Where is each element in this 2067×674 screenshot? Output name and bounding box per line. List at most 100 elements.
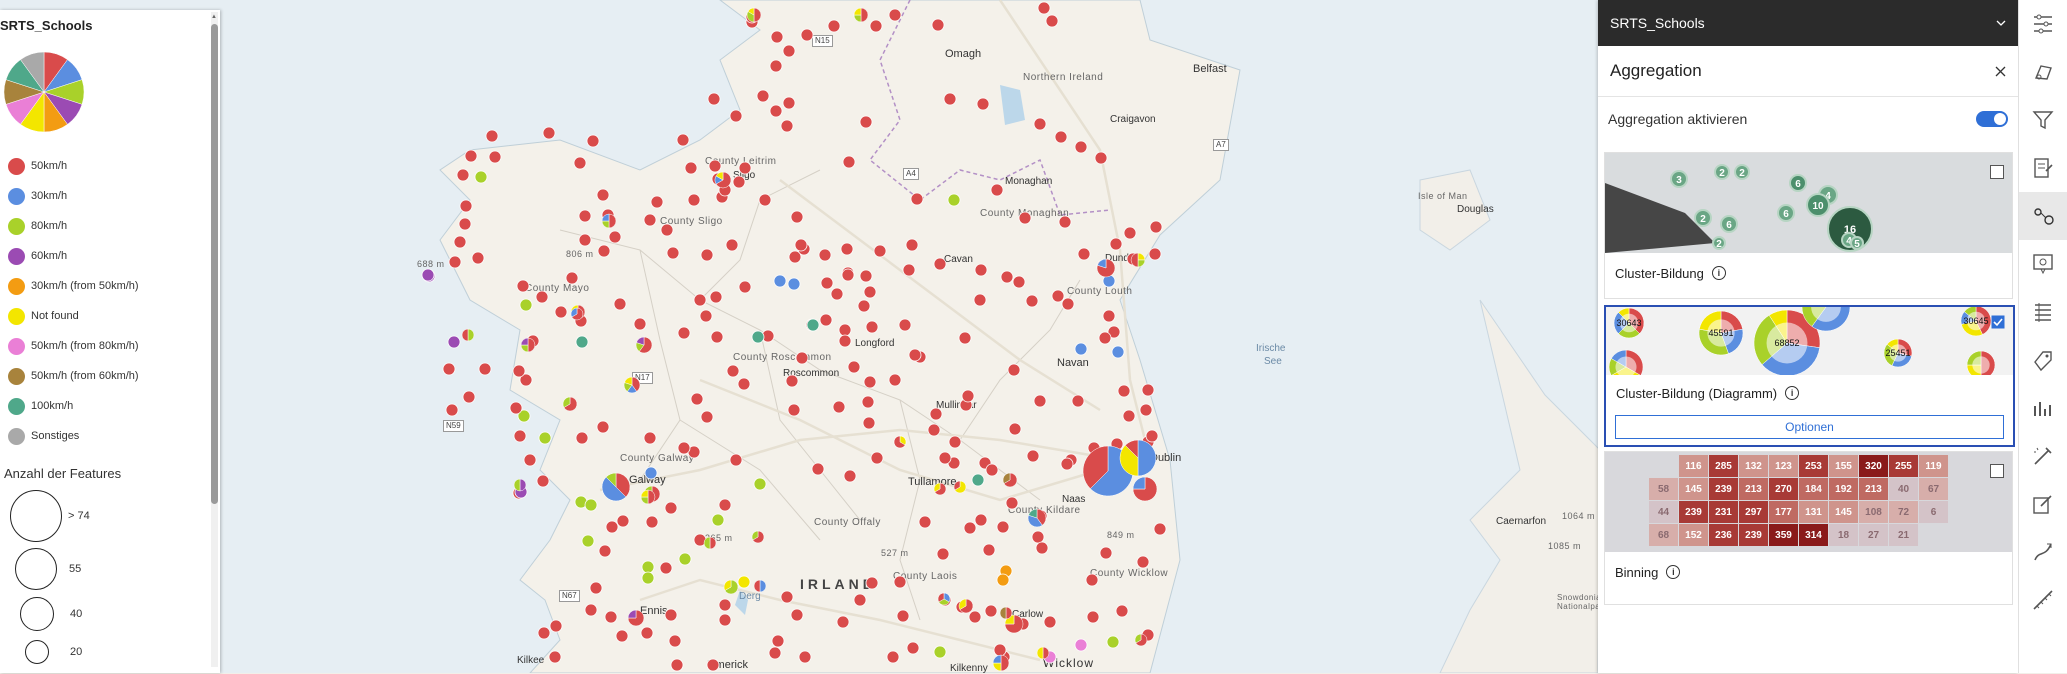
cluster-marker[interactable] <box>711 513 725 527</box>
cluster-marker[interactable] <box>780 119 794 133</box>
cluster-marker[interactable] <box>820 276 834 290</box>
cluster-marker[interactable] <box>958 331 972 345</box>
cluster-pie[interactable] <box>1027 508 1047 528</box>
cluster-marker[interactable] <box>633 317 647 331</box>
cluster-marker[interactable] <box>863 375 877 389</box>
cluster-marker[interactable] <box>1005 496 1019 510</box>
cluster-marker[interactable] <box>961 389 975 403</box>
cluster-marker[interactable] <box>1148 247 1162 261</box>
cluster-marker[interactable] <box>902 263 916 277</box>
cluster-marker[interactable] <box>1123 226 1137 240</box>
option-card-cluster-chart[interactable]: 30643 45591 68852 30645 25451 Cluster-Bildun… <box>1604 305 2015 447</box>
cluster-pie[interactable] <box>1036 646 1050 660</box>
cluster-marker[interactable] <box>896 609 910 623</box>
effects-icon[interactable] <box>2031 444 2055 468</box>
cluster-pie[interactable] <box>570 307 584 321</box>
cluster-marker[interactable] <box>906 641 920 655</box>
cluster-marker[interactable] <box>643 431 657 445</box>
cluster-pie[interactable] <box>853 7 869 23</box>
cluster-marker[interactable] <box>800 28 814 42</box>
properties-icon[interactable] <box>2031 12 2055 36</box>
cluster-marker[interactable] <box>886 650 900 664</box>
cluster-marker[interactable] <box>718 598 732 612</box>
cluster-marker[interactable] <box>474 170 488 184</box>
cluster-marker[interactable] <box>1018 211 1032 225</box>
cluster-marker[interactable] <box>1098 331 1112 345</box>
cluster-marker[interactable] <box>893 575 907 589</box>
cluster-marker[interactable] <box>933 645 947 659</box>
cluster-marker[interactable] <box>1117 384 1131 398</box>
cluster-marker[interactable] <box>478 362 492 376</box>
cluster-marker[interactable] <box>1061 297 1075 311</box>
cluster-marker[interactable] <box>1012 275 1026 289</box>
info-icon[interactable]: i <box>1785 386 1800 400</box>
cluster-pie[interactable] <box>601 213 617 229</box>
cluster-pie[interactable] <box>937 592 951 606</box>
cluster-marker[interactable] <box>1025 294 1039 308</box>
cluster-marker[interactable] <box>847 360 861 374</box>
cluster-marker[interactable] <box>677 441 691 455</box>
cluster-marker[interactable] <box>678 552 692 566</box>
cluster-marker[interactable] <box>645 515 659 529</box>
cluster-marker[interactable] <box>818 248 832 262</box>
cluster-marker[interactable] <box>1099 546 1113 560</box>
cluster-marker[interactable] <box>738 280 752 294</box>
cluster-marker[interactable] <box>971 473 985 487</box>
cluster-marker[interactable] <box>931 18 945 32</box>
cluster-marker[interactable] <box>732 175 746 189</box>
cluster-marker[interactable] <box>1026 449 1040 463</box>
cluster-marker[interactable] <box>1043 615 1057 629</box>
cluster-marker[interactable] <box>968 610 982 624</box>
cluster-marker[interactable] <box>613 297 627 311</box>
cluster-marker[interactable] <box>768 646 782 660</box>
cluster-marker[interactable] <box>458 217 472 231</box>
checkmark-icon[interactable] <box>1991 315 2005 329</box>
cluster-marker[interactable] <box>790 608 804 622</box>
cluster-marker[interactable] <box>706 658 720 672</box>
cluster-marker[interactable] <box>523 453 537 467</box>
cluster-marker[interactable] <box>596 188 610 202</box>
cluster-marker[interactable] <box>1051 289 1065 303</box>
cluster-pie[interactable] <box>751 530 765 544</box>
cluster-marker[interactable] <box>548 650 562 664</box>
cluster-marker[interactable] <box>838 323 852 337</box>
forms-icon[interactable] <box>2031 156 2055 180</box>
cluster-marker[interactable] <box>898 318 912 332</box>
cluster-marker[interactable] <box>787 403 801 417</box>
cluster-marker[interactable] <box>589 581 603 595</box>
cluster-pie[interactable] <box>513 478 527 492</box>
cluster-marker[interactable] <box>933 257 947 271</box>
popup-icon[interactable] <box>2031 252 2055 276</box>
cluster-marker[interactable] <box>578 233 592 247</box>
cluster-marker[interactable] <box>842 155 856 169</box>
cluster-marker[interactable] <box>554 305 568 319</box>
aggregation-icon[interactable] <box>2019 192 2067 240</box>
cluster-marker[interactable] <box>1071 394 1085 408</box>
cluster-marker[interactable] <box>993 643 1007 657</box>
cluster-pie[interactable] <box>562 396 578 412</box>
cluster-marker[interactable] <box>990 183 1004 197</box>
cluster-marker[interactable] <box>873 244 887 258</box>
cluster-marker[interactable] <box>707 92 721 106</box>
labels-icon[interactable] <box>2031 348 2055 372</box>
cluster-marker[interactable] <box>1033 117 1047 131</box>
cluster-marker[interactable] <box>687 193 701 207</box>
cluster-marker[interactable] <box>888 8 902 22</box>
cluster-pie[interactable] <box>806 318 820 332</box>
cluster-marker[interactable] <box>537 626 551 640</box>
cluster-marker[interactable] <box>769 104 783 118</box>
cluster-marker[interactable] <box>737 377 751 391</box>
cluster-marker[interactable] <box>453 235 467 249</box>
cluster-marker[interactable] <box>908 348 922 362</box>
cluster-marker[interactable] <box>838 334 852 348</box>
cluster-marker[interactable] <box>795 351 809 365</box>
cluster-marker[interactable] <box>445 403 459 417</box>
cluster-marker[interactable] <box>910 192 924 206</box>
cluster-marker[interactable] <box>1033 394 1047 408</box>
cluster-marker[interactable] <box>782 96 796 110</box>
cluster-marker[interactable] <box>974 513 988 527</box>
cluster-pie[interactable] <box>714 171 732 189</box>
cluster-pie[interactable] <box>703 536 717 550</box>
cluster-marker[interactable] <box>870 451 884 465</box>
cluster-marker[interactable] <box>836 615 850 629</box>
